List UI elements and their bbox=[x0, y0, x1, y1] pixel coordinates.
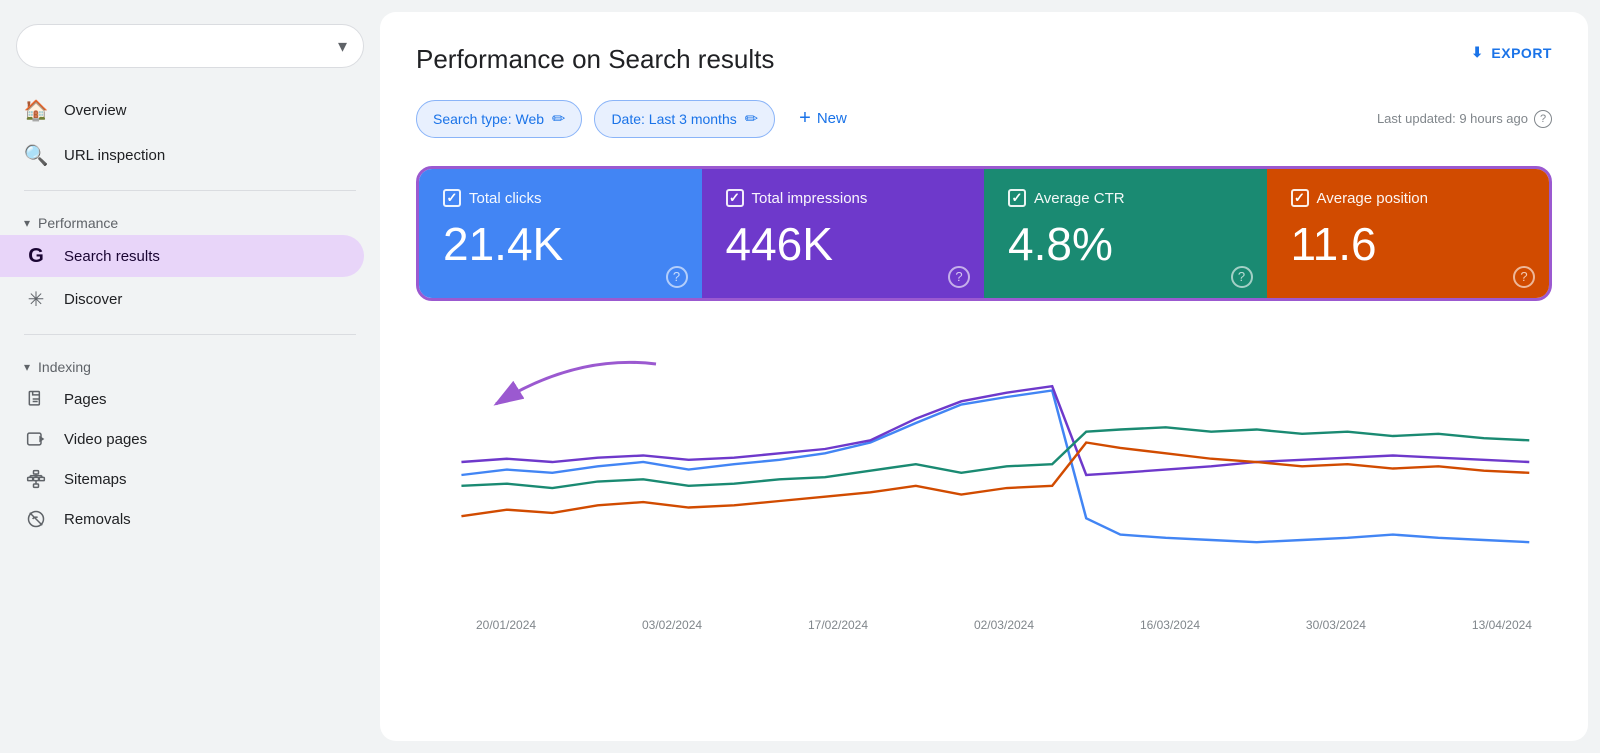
x-label-7: 13/04/2024 bbox=[1472, 618, 1532, 632]
metric-card-position[interactable]: Average position 11.6 ? bbox=[1267, 169, 1550, 298]
divider-2 bbox=[24, 334, 356, 335]
metric-card-clicks[interactable]: Total clicks 21.4K ? bbox=[419, 169, 702, 298]
sidebar-section-indexing-label: Indexing bbox=[38, 359, 91, 375]
help-icon-ctr[interactable]: ? bbox=[1231, 266, 1253, 288]
sidebar-section-performance[interactable]: ▾ Performance bbox=[0, 203, 380, 235]
metric-header-clicks: Total clicks bbox=[443, 189, 678, 207]
help-icon-position[interactable]: ? bbox=[1513, 266, 1535, 288]
export-button[interactable]: ⬇ EXPORT bbox=[1471, 44, 1552, 61]
metric-header-position: Average position bbox=[1291, 189, 1526, 207]
google-g-icon: G bbox=[24, 245, 48, 267]
metric-card-ctr[interactable]: Average CTR 4.8% ? bbox=[984, 169, 1267, 298]
last-updated-label: Last updated: 9 hours ago bbox=[1377, 111, 1528, 126]
sidebar-item-sitemaps[interactable]: Sitemaps bbox=[0, 459, 364, 499]
sidebar: ▾ 🏠 Overview 🔍 URL inspection ▾ Performa… bbox=[0, 0, 380, 753]
property-selector[interactable]: ▾ bbox=[16, 24, 364, 68]
page-title: Performance on Search results bbox=[416, 44, 1552, 75]
sidebar-item-video-pages-label: Video pages bbox=[64, 431, 147, 448]
x-label-6: 30/03/2024 bbox=[1306, 618, 1366, 632]
edit-icon-date: ✏ bbox=[745, 109, 758, 129]
metric-header-ctr: Average CTR bbox=[1008, 189, 1243, 207]
checkbox-clicks[interactable] bbox=[443, 189, 461, 207]
date-label: Date: Last 3 months bbox=[611, 111, 736, 127]
sitemaps-icon bbox=[24, 469, 48, 489]
metric-value-clicks: 21.4K bbox=[443, 219, 678, 270]
metric-card-impressions[interactable]: Total impressions 446K ? bbox=[702, 169, 985, 298]
metric-header-impressions: Total impressions bbox=[726, 189, 961, 207]
main-panel: ⬇ EXPORT Performance on Search results S… bbox=[380, 12, 1588, 741]
x-label-2: 03/02/2024 bbox=[642, 618, 702, 632]
sidebar-section-performance-label: Performance bbox=[38, 215, 118, 231]
metric-label-ctr: Average CTR bbox=[1034, 190, 1125, 207]
sidebar-section-indexing[interactable]: ▾ Indexing bbox=[0, 347, 380, 379]
sidebar-item-url-inspection-label: URL inspection bbox=[64, 147, 165, 164]
sidebar-item-overview[interactable]: 🏠 Overview bbox=[0, 88, 364, 133]
checkbox-position[interactable] bbox=[1291, 189, 1309, 207]
help-icon-toolbar[interactable]: ? bbox=[1534, 110, 1552, 128]
video-icon bbox=[24, 429, 48, 449]
home-icon: 🏠 bbox=[24, 98, 48, 123]
sidebar-item-url-inspection[interactable]: 🔍 URL inspection bbox=[0, 133, 364, 178]
export-label: EXPORT bbox=[1491, 45, 1552, 61]
chevron-down-icon: ▾ bbox=[338, 36, 347, 57]
sidebar-item-sitemaps-label: Sitemaps bbox=[64, 471, 127, 488]
chart-x-labels: 20/01/2024 03/02/2024 17/02/2024 02/03/2… bbox=[416, 610, 1552, 632]
checkbox-ctr[interactable] bbox=[1008, 189, 1026, 207]
search-icon: 🔍 bbox=[24, 143, 48, 168]
search-type-label: Search type: Web bbox=[433, 111, 544, 127]
metric-label-impressions: Total impressions bbox=[752, 190, 868, 207]
sidebar-item-video-pages[interactable]: Video pages bbox=[0, 419, 364, 459]
metric-label-position: Average position bbox=[1317, 190, 1428, 207]
asterisk-icon: ✳ bbox=[24, 287, 48, 312]
new-label: New bbox=[817, 110, 847, 127]
export-icon: ⬇ bbox=[1471, 44, 1483, 61]
removals-icon bbox=[24, 509, 48, 529]
sidebar-item-search-results[interactable]: G Search results bbox=[0, 235, 364, 277]
metrics-container: Total clicks 21.4K ? Total impressions 4… bbox=[416, 166, 1552, 301]
sidebar-item-search-results-label: Search results bbox=[64, 248, 160, 265]
metric-value-impressions: 446K bbox=[726, 219, 961, 270]
pages-icon bbox=[24, 389, 48, 409]
sidebar-item-removals[interactable]: Removals bbox=[0, 499, 364, 539]
chevron-icon-performance: ▾ bbox=[24, 216, 30, 230]
chevron-icon-indexing: ▾ bbox=[24, 360, 30, 374]
help-icon-impressions[interactable]: ? bbox=[948, 266, 970, 288]
help-icon-clicks[interactable]: ? bbox=[666, 266, 688, 288]
checkbox-impressions[interactable] bbox=[726, 189, 744, 207]
toolbar: Search type: Web ✏ Date: Last 3 months ✏… bbox=[416, 99, 1552, 138]
edit-icon-search-type: ✏ bbox=[552, 109, 565, 129]
x-label-4: 02/03/2024 bbox=[974, 618, 1034, 632]
plus-icon: + bbox=[799, 107, 811, 130]
sidebar-item-overview-label: Overview bbox=[64, 102, 127, 119]
sidebar-item-pages[interactable]: Pages bbox=[0, 379, 364, 419]
content-wrapper: ⬇ EXPORT Performance on Search results S… bbox=[416, 44, 1552, 642]
sidebar-item-discover-label: Discover bbox=[64, 291, 122, 308]
last-updated-text: Last updated: 9 hours ago ? bbox=[1377, 110, 1552, 128]
metric-value-position: 11.6 bbox=[1291, 219, 1526, 270]
sidebar-item-removals-label: Removals bbox=[64, 511, 131, 528]
chart-container: 20/01/2024 03/02/2024 17/02/2024 02/03/2… bbox=[416, 325, 1552, 642]
metric-value-ctr: 4.8% bbox=[1008, 219, 1243, 270]
search-type-filter[interactable]: Search type: Web ✏ bbox=[416, 100, 582, 138]
performance-chart bbox=[416, 345, 1552, 605]
new-button[interactable]: + New bbox=[787, 99, 859, 138]
x-label-5: 16/03/2024 bbox=[1140, 618, 1200, 632]
sidebar-item-discover[interactable]: ✳ Discover bbox=[0, 277, 364, 322]
metric-label-clicks: Total clicks bbox=[469, 190, 542, 207]
divider-1 bbox=[24, 190, 356, 191]
sidebar-item-pages-label: Pages bbox=[64, 391, 107, 408]
x-label-1: 20/01/2024 bbox=[476, 618, 536, 632]
main-content-area: ⬇ EXPORT Performance on Search results S… bbox=[380, 0, 1600, 753]
x-label-3: 17/02/2024 bbox=[808, 618, 868, 632]
date-filter[interactable]: Date: Last 3 months ✏ bbox=[594, 100, 775, 138]
